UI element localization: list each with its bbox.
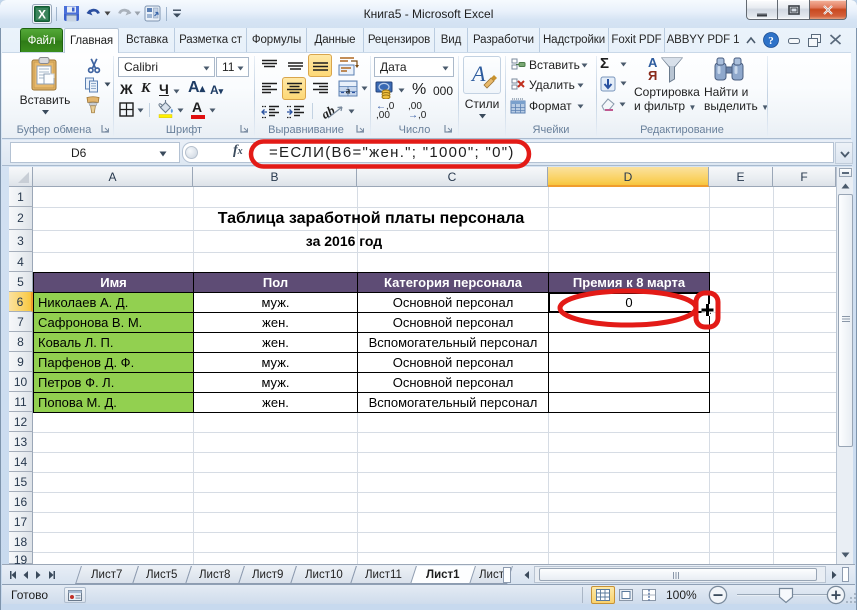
svg-text:a: a: [346, 86, 351, 96]
svg-text:X: X: [38, 8, 46, 22]
svg-text:?: ?: [768, 35, 774, 47]
